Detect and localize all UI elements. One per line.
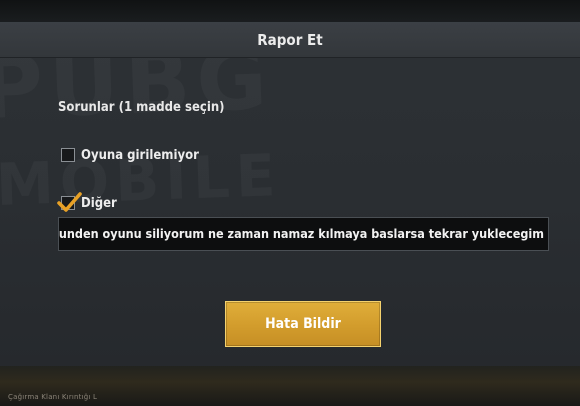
option-label-cannot-login[interactable]: Oyuna girilemiyor [81,148,199,163]
option-label-other[interactable]: Diğer [81,196,117,211]
report-dialog: PUBG MOBILE Rapor Et Sorunlar (1 madde s… [0,22,580,366]
submit-report-button[interactable]: Hata Bildir [225,301,381,347]
background-bottom-text: Çağırma Klanı Kırıntığı L [8,393,98,401]
checkmark-icon [57,192,82,212]
background-top-strip [0,0,580,24]
dialog-title: Rapor Et [257,31,323,49]
details-input[interactable]: ıa yuzunden oyunu siliyorum ne zaman nam… [58,217,549,251]
dialog-header: Rapor Et [0,23,580,58]
details-input-value: ıa yuzunden oyunu siliyorum ne zaman nam… [58,226,544,241]
submit-report-label: Hata Bildir [265,316,341,332]
issues-section-label: Sorunlar (1 madde seçin) [58,100,225,115]
option-checkbox-cannot-login[interactable] [61,148,75,162]
